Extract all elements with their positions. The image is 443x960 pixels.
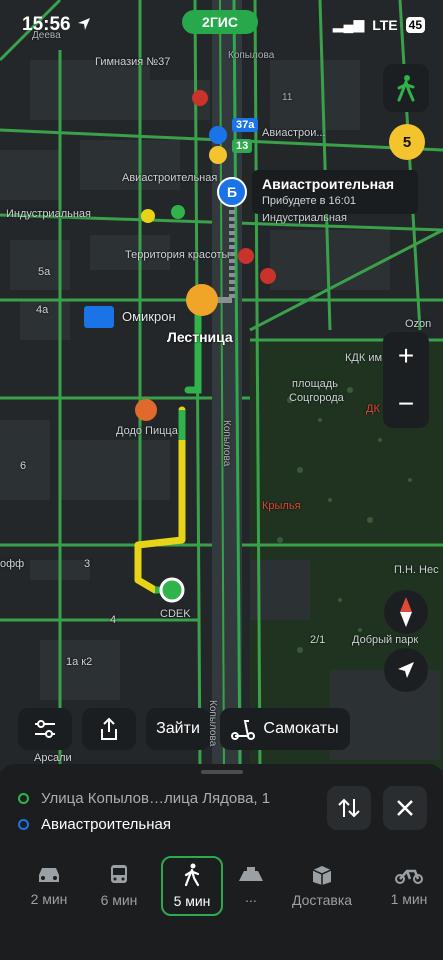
route-card-title: Авиастроительная xyxy=(262,176,395,192)
route-settings-button[interactable] xyxy=(18,708,72,750)
mode-moto[interactable]: 1 мин xyxy=(378,856,440,916)
mode-delivery-label: Доставка xyxy=(291,892,353,908)
settings-sliders-icon xyxy=(35,720,55,738)
map-label-kopylova-mid: Копылова xyxy=(221,420,232,467)
map-label-pnn: П.Н. Нес xyxy=(394,564,439,576)
location-arrow-icon xyxy=(78,18,90,30)
sheet-handle[interactable] xyxy=(201,770,243,774)
share-icon xyxy=(101,717,117,740)
compass-icon xyxy=(400,597,412,627)
map-label-kdk: КДК им xyxy=(345,352,383,364)
enter-button-label: Зайти xyxy=(156,720,200,737)
map-label-house-3: 3 xyxy=(84,558,91,570)
map-label-ploshad: площадь xyxy=(292,378,338,390)
status-right: ▂▄▆ LTE 45 xyxy=(333,16,425,33)
route-to-text: Авиастроительная xyxy=(41,816,171,833)
route-card[interactable]: Авиастроительная Прибудете в 16:01 xyxy=(252,170,418,214)
map-base xyxy=(0,0,443,770)
map-label-house-1ak2: 1а к2 xyxy=(66,656,93,668)
map-label-ozon: Ozon xyxy=(405,318,432,330)
traffic-score-button[interactable]: 5 xyxy=(389,124,425,160)
mode-bus[interactable]: 6 мин xyxy=(88,856,150,916)
map-label-aviastroi: Авиастроительная xyxy=(122,172,218,184)
map-label-kopylova-top: Копылова xyxy=(228,50,275,61)
map-label-school: Гимназия №37 xyxy=(95,56,171,68)
route-from-text: Улица Копылов…лица Лядова, 1 xyxy=(41,790,271,807)
map-label-industrialnaya-left: Индустриальная xyxy=(6,208,91,220)
walk-layer-button[interactable] xyxy=(383,64,429,112)
status-bar: 15:56 2ГИС ▂▄▆ LTE 45 xyxy=(0,0,443,52)
my-location-button[interactable] xyxy=(384,648,428,692)
scooters-button-label: Самокаты xyxy=(263,720,339,737)
scooter-icon xyxy=(231,720,256,740)
swap-route-button[interactable] xyxy=(327,786,371,830)
map-label-house-4a: 4а xyxy=(36,304,49,316)
bus-icon xyxy=(111,865,127,883)
map-label-cdek: CDEK xyxy=(160,608,191,620)
zoom-in-button[interactable]: + xyxy=(398,332,414,380)
map-view[interactable]: 15:56 2ГИС ▂▄▆ LTE 45 Деева Гимназия №37… xyxy=(0,0,443,770)
map-label-dodo: Додо Пицца xyxy=(116,425,178,437)
bus-badge-13[interactable]: 13 xyxy=(232,139,253,153)
scooters-button[interactable]: Самокаты xyxy=(220,708,350,750)
compass-button[interactable] xyxy=(384,590,428,634)
walk-icon xyxy=(184,863,200,887)
map-label-deeva: Деева xyxy=(32,30,61,41)
map-label-aviastroi-short: Авиастрои... xyxy=(262,127,326,139)
mode-delivery[interactable]: Доставка xyxy=(284,856,360,916)
mode-walk[interactable]: 5 мин xyxy=(161,856,223,916)
close-icon xyxy=(397,800,413,816)
enter-button[interactable]: Зайти xyxy=(146,708,210,750)
route-card-subtitle: Прибудете в 16:01 xyxy=(262,195,357,207)
map-label-dobry-park: Добрый парк xyxy=(352,634,419,646)
mode-moto-label: 1 мин xyxy=(390,891,428,907)
map-label-omikron: Омикрон xyxy=(122,309,176,324)
signal-icon: ▂▄▆ xyxy=(332,16,365,32)
map-label-ladder: Лестница xyxy=(167,329,233,345)
map-label-ofis: офф xyxy=(0,558,25,570)
route-from-row[interactable]: Улица Копылов…лица Лядова, 1 xyxy=(18,790,270,807)
to-dot-icon xyxy=(18,819,29,830)
bus-badge-37a[interactable]: 37а xyxy=(232,118,259,132)
map-label-krylya: Крылья xyxy=(262,500,301,512)
destination-pin[interactable]: Б xyxy=(217,177,247,207)
car-icon xyxy=(39,868,59,882)
mode-bus-label: 6 мин xyxy=(100,892,138,908)
mode-car[interactable]: 2 мин xyxy=(18,856,80,916)
mode-taxi[interactable]: ... xyxy=(220,856,282,916)
app-logo: 2ГИС xyxy=(182,10,258,34)
mode-taxi-label: ... xyxy=(245,889,257,905)
navigation-arrow-icon xyxy=(398,662,414,678)
mode-car-label: 2 мин xyxy=(30,891,68,907)
close-route-button[interactable] xyxy=(383,786,427,830)
transport-modes: 2 мин 6 мин 5 мин ... Доставка 1 мин xyxy=(0,856,443,922)
from-dot-icon xyxy=(18,793,29,804)
network-type: LTE xyxy=(372,16,398,33)
mode-walk-label: 5 мин xyxy=(173,893,211,909)
taxi-icon xyxy=(239,867,263,881)
map-label-house-11: 11 xyxy=(282,92,293,103)
zoom-controls: + − xyxy=(383,332,429,428)
battery-level: 45 xyxy=(405,16,425,33)
route-to-row[interactable]: Авиастроительная xyxy=(18,816,171,833)
map-label-arsali: Арсали xyxy=(34,752,72,764)
route-sheet: Улица Копылов…лица Лядова, 1 Авиастроите… xyxy=(0,764,443,960)
share-button[interactable] xyxy=(82,708,136,750)
map-label-beauty: Территория красоты xyxy=(125,249,230,261)
walk-icon xyxy=(397,75,415,102)
map-label-socgoroda: Соцгорода xyxy=(289,392,344,404)
logo-text: 2ГИС xyxy=(202,14,238,30)
map-label-house-4: 4 xyxy=(110,614,117,626)
moto-icon xyxy=(395,869,423,884)
map-label-house-6: 6 xyxy=(20,460,27,472)
map-label-house-5a: 5а xyxy=(38,266,51,278)
delivery-icon xyxy=(312,866,332,885)
swap-arrows-icon xyxy=(338,798,360,818)
map-label-2-1: 2/1 xyxy=(310,634,326,646)
zoom-out-button[interactable]: − xyxy=(398,380,414,428)
